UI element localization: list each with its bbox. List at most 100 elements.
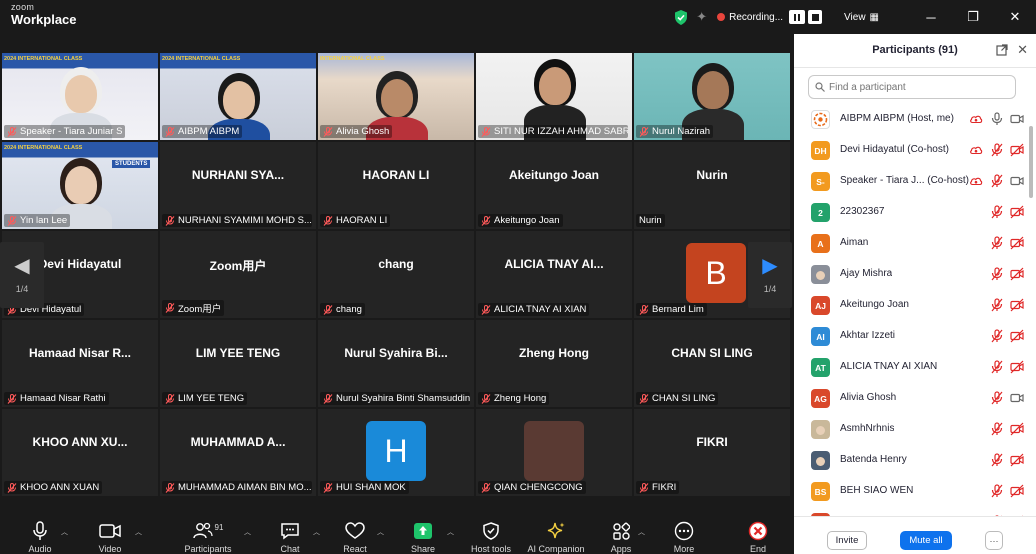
participant-row[interactable]: AIBPM AIBPM (Host, me) xyxy=(794,104,1030,135)
participant-row[interactable]: S- Speaker - Tiara J... (Co-host) xyxy=(794,166,1030,197)
participant-search-input[interactable] xyxy=(829,81,1009,93)
video-status[interactable] xyxy=(1010,422,1024,436)
grid-view-icon[interactable]: ▦ xyxy=(870,12,880,23)
mic-status[interactable] xyxy=(990,205,1004,219)
video-tile[interactable]: Nurul Nazirah xyxy=(634,53,790,140)
video-tile[interactable]: Zheng Hong Zheng Hong xyxy=(476,320,632,407)
participant-row[interactable]: Ajay Mishra xyxy=(794,259,1030,290)
video-tile[interactable]: KHOO ANN XU... KHOO ANN XUAN xyxy=(2,409,158,496)
video-status[interactable] xyxy=(1010,174,1024,188)
more-button[interactable]: More xyxy=(651,515,717,554)
ai-sparkle-icon[interactable]: ✦ xyxy=(696,9,707,25)
participant-row[interactable]: 2 22302367 xyxy=(794,197,1030,228)
mic-status[interactable] xyxy=(990,329,1004,343)
video-tile[interactable]: FIKRI FIKRI xyxy=(634,409,790,496)
minimize-icon[interactable]: ─ xyxy=(910,10,952,25)
video-tile[interactable]: QIAN CHENGCONG xyxy=(476,409,632,496)
video-options-caret[interactable]: ︿ xyxy=(135,527,142,537)
participant-list[interactable]: AIBPM AIBPM (Host, me) DH Devi Hidayatul (… xyxy=(794,104,1030,516)
stop-recording-button[interactable] xyxy=(808,10,823,24)
heart-react-icon xyxy=(345,522,365,539)
video-status[interactable] xyxy=(1010,329,1024,343)
close-window-icon[interactable]: ✕ xyxy=(994,9,1036,25)
participants-options-caret[interactable]: ︿ xyxy=(244,527,251,537)
participant-row[interactable]: BS BEH SIAO WEN xyxy=(794,476,1030,507)
video-tile[interactable]: NURHANI SYA... NURHANI SYAMIMI MOHD S... xyxy=(160,142,316,229)
video-button[interactable]: Video xyxy=(77,515,143,554)
mic-status[interactable] xyxy=(990,174,1004,188)
video-status[interactable] xyxy=(1010,236,1024,250)
video-status[interactable] xyxy=(1010,484,1024,498)
pop-out-icon[interactable] xyxy=(996,44,1008,56)
video-tile[interactable]: LIM YEE TENG LIM YEE TENG xyxy=(160,320,316,407)
video-tile[interactable]: Hamaad Nisar R... Hamaad Nisar Rathi xyxy=(2,320,158,407)
apps-options-caret[interactable]: ︿ xyxy=(638,527,645,537)
mic-status[interactable] xyxy=(990,453,1004,467)
participant-row[interactable]: Batenda Henry xyxy=(794,445,1030,476)
chat-options-caret[interactable]: ︿ xyxy=(313,527,320,537)
video-tile[interactable]: 2024 INTERNATIONAL CLASS Speaker - Tiara … xyxy=(2,53,158,140)
muted-mic-icon xyxy=(991,143,1003,157)
video-status[interactable] xyxy=(1010,298,1024,312)
security-shield-icon[interactable] xyxy=(674,9,688,25)
ai-companion-button[interactable]: AI Companion xyxy=(523,515,589,554)
video-tile[interactable]: 2024 INTERNATIONAL CLASS STUDENTS Yin lan … xyxy=(2,142,158,229)
mute-all-button[interactable]: Mute all xyxy=(900,531,952,550)
video-tile[interactable]: chang chang xyxy=(318,231,474,318)
invite-button[interactable]: Invite xyxy=(827,531,867,550)
video-tile[interactable]: H HUI SHAN MOK xyxy=(318,409,474,496)
video-tile[interactable]: ALICIA TNAY AI... ALICIA TNAY AI XIAN xyxy=(476,231,632,318)
video-tile[interactable]: CHAN SI LING CHAN SI LING xyxy=(634,320,790,407)
pause-recording-button[interactable] xyxy=(789,10,806,24)
video-tile[interactable]: HAORAN LI HAORAN LI xyxy=(318,142,474,229)
audio-options-caret[interactable]: ︿ xyxy=(61,527,68,537)
video-status[interactable] xyxy=(1010,391,1024,405)
participant-search[interactable] xyxy=(808,75,1016,99)
previous-page-button[interactable]: ◀ 1/4 xyxy=(0,242,44,308)
participant-row[interactable]: B xyxy=(794,507,1030,516)
participant-row[interactable]: AI Akhtar Izzeti xyxy=(794,321,1030,352)
mic-status[interactable] xyxy=(990,112,1004,126)
mic-status[interactable] xyxy=(990,484,1004,498)
video-status[interactable] xyxy=(1010,112,1024,126)
close-panel-icon[interactable]: ✕ xyxy=(1017,42,1028,58)
video-status[interactable] xyxy=(1010,205,1024,219)
mic-status[interactable] xyxy=(990,391,1004,405)
participant-list-scrollbar[interactable] xyxy=(1029,126,1033,198)
video-tile[interactable]: 2024 INTERNATIONAL CLASS AIBPM AIBPM xyxy=(160,53,316,140)
video-status[interactable] xyxy=(1010,143,1024,157)
video-tile[interactable]: SITI NUR IZZAH AHMAD SABRI xyxy=(476,53,632,140)
video-status[interactable] xyxy=(1010,360,1024,374)
video-tile[interactable]: Zoom用户 Zoom用户 xyxy=(160,231,316,318)
video-tile[interactable]: Akeitungo Joan Akeitungo Joan xyxy=(476,142,632,229)
video-status[interactable] xyxy=(1010,267,1024,281)
mic-status[interactable] xyxy=(990,422,1004,436)
mic-status[interactable] xyxy=(990,298,1004,312)
mic-status[interactable] xyxy=(990,360,1004,374)
muted-mic-icon xyxy=(481,482,491,493)
host-tools-button[interactable]: Host tools xyxy=(458,515,524,554)
video-tile[interactable]: Nurin Nurin xyxy=(634,142,790,229)
video-status[interactable] xyxy=(1010,453,1024,467)
participants-button[interactable]: 91 Participants xyxy=(175,515,241,554)
next-page-button[interactable]: ▶ 1/4 xyxy=(748,242,792,308)
view-button[interactable]: View xyxy=(844,12,866,23)
participant-row[interactable]: DH Devi Hidayatul (Co-host) xyxy=(794,135,1030,166)
participant-row[interactable]: AJ Akeitungo Joan xyxy=(794,290,1030,321)
share-options-caret[interactable]: ︿ xyxy=(447,527,454,537)
mic-status[interactable] xyxy=(990,236,1004,250)
react-options-caret[interactable]: ︿ xyxy=(377,527,384,537)
participant-row[interactable]: AT ALICIA TNAY AI XIAN xyxy=(794,352,1030,383)
tile-name-text: Nurul Syahira Binti Shamsuddin xyxy=(336,393,470,404)
participant-row[interactable]: AsmhNrhnis xyxy=(794,414,1030,445)
participant-row[interactable]: A Aiman xyxy=(794,228,1030,259)
participant-row[interactable]: AG Alivia Ghosh xyxy=(794,383,1030,414)
video-tile[interactable]: MUHAMMAD A... MUHAMMAD AIMAN BIN MO... xyxy=(160,409,316,496)
mic-status[interactable] xyxy=(990,143,1004,157)
video-tile[interactable]: INTERNATIONAL CLASS Alivia Ghosh xyxy=(318,53,474,140)
end-meeting-button[interactable]: End xyxy=(725,515,791,554)
restore-icon[interactable]: ❐ xyxy=(952,9,994,25)
mic-status[interactable] xyxy=(990,267,1004,281)
video-tile[interactable]: Nurul Syahira Bi... Nurul Syahira Binti S… xyxy=(318,320,474,407)
panel-more-button[interactable]: ··· xyxy=(985,531,1003,550)
